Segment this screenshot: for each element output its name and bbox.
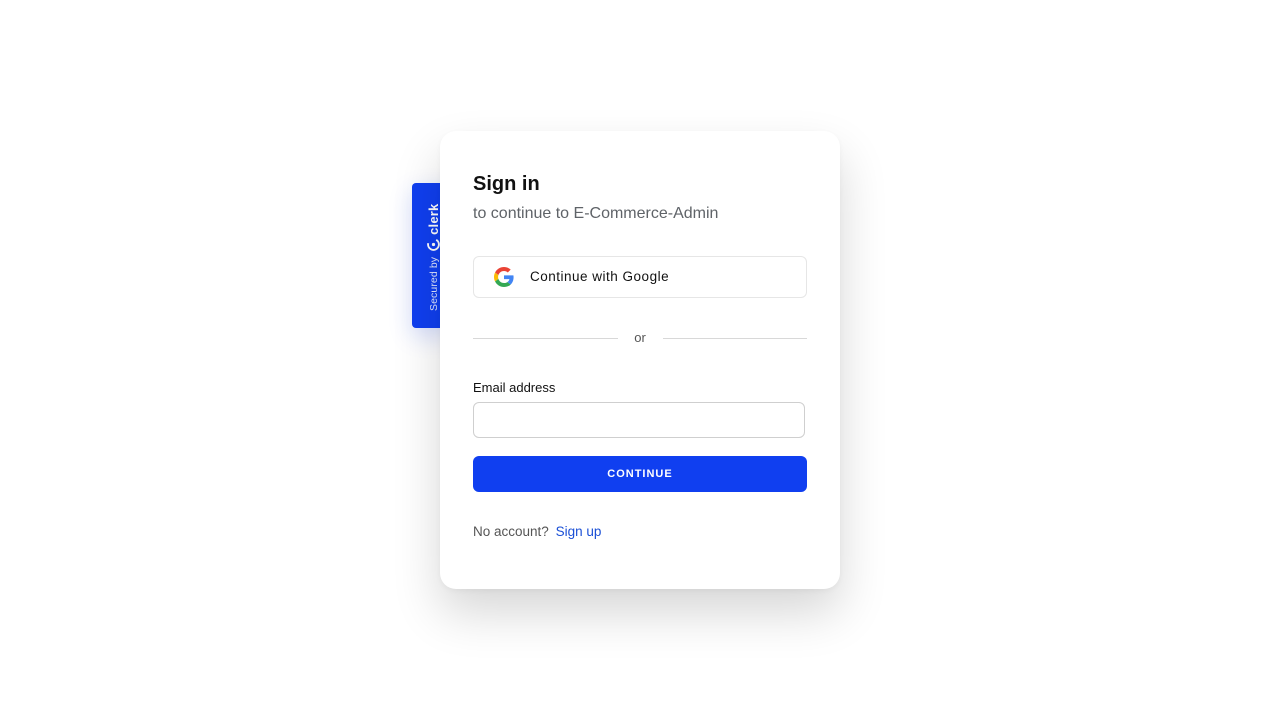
divider-line-left [473,338,618,339]
sign-up-prompt: No account? Sign up [473,524,601,539]
divider-line-right [663,338,807,339]
sign-in-title: Sign in [473,173,540,195]
clerk-logo-icon [427,238,440,251]
divider-or-text: or [634,330,646,345]
badge-secured-text: Secured by [427,256,440,311]
badge-brand-text: clerk [426,203,441,235]
continue-with-google-button[interactable]: Continue with Google [473,256,807,298]
page: Secured by clerk Sign in to continue to … [0,0,1280,720]
sign-in-subtitle: to continue to E-Commerce-Admin [473,205,719,222]
no-account-text: No account? [473,524,549,539]
google-g-icon [494,267,514,287]
email-address-label: Email address [473,380,556,395]
badge-content: Secured by clerk [426,204,441,312]
sign-in-card: Sign in to continue to E-Commerce-Admin … [440,131,840,589]
sign-up-link[interactable]: Sign up [556,524,602,539]
continue-button[interactable]: CONTINUE [473,456,807,492]
email-address-input[interactable] [473,402,805,438]
google-button-label: Continue with Google [530,269,670,284]
